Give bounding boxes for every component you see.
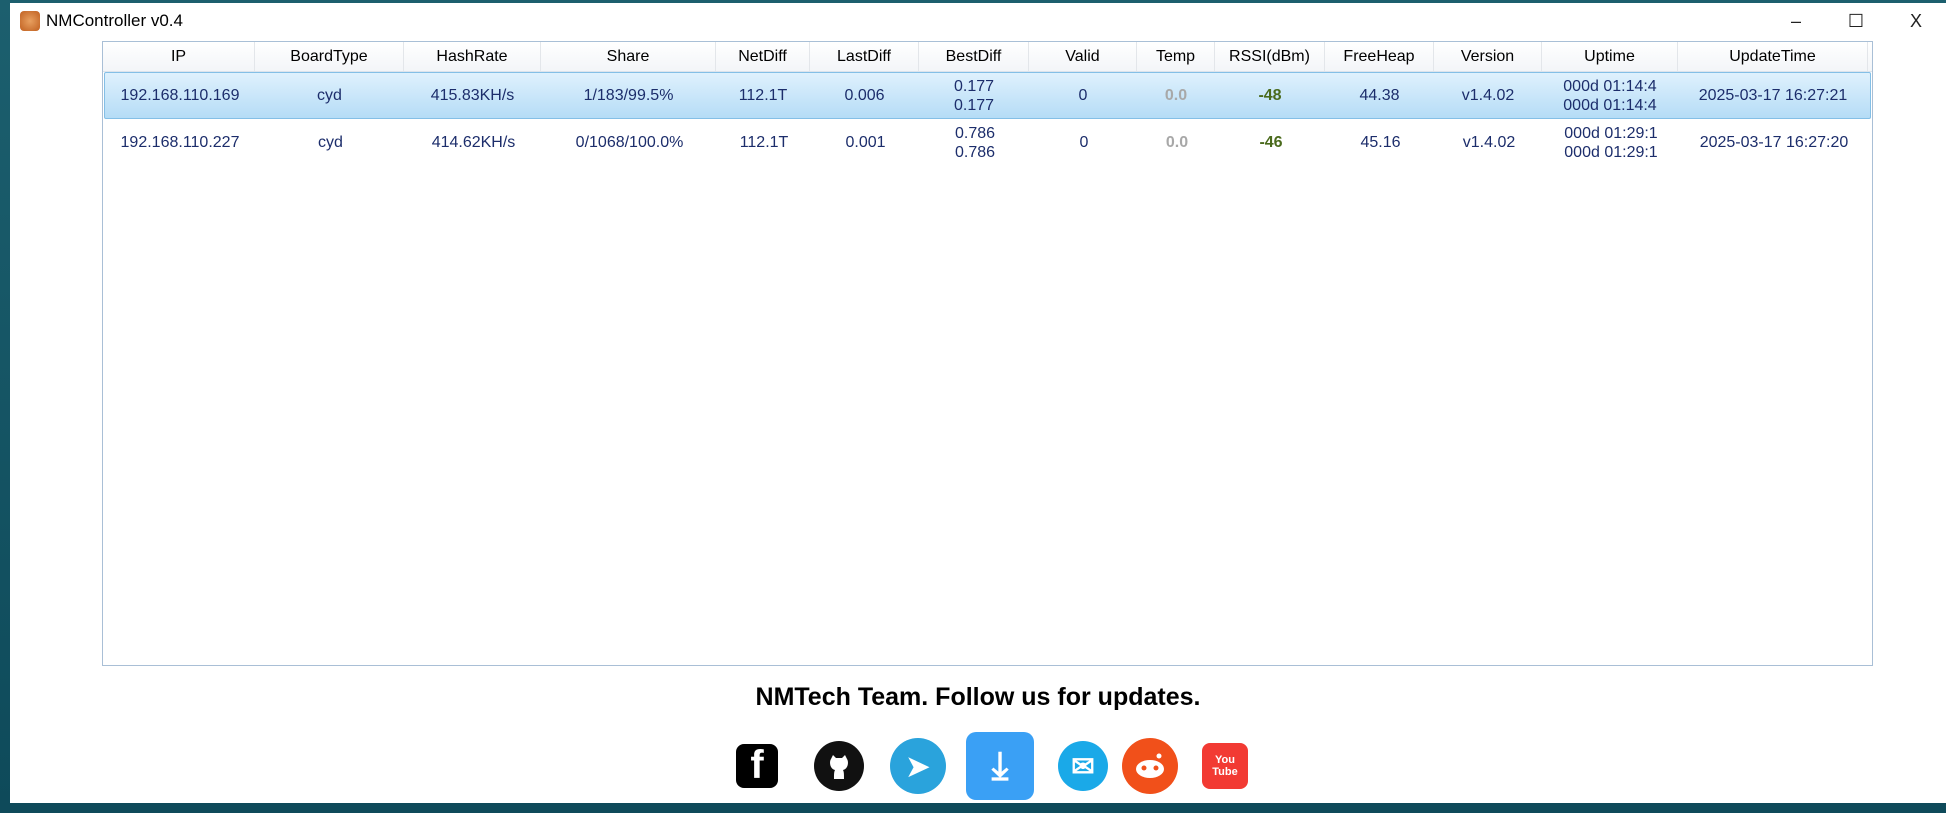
column-header[interactable]: NetDiff <box>716 42 810 71</box>
column-header[interactable]: FreeHeap <box>1325 42 1434 71</box>
cell-valid: 0 <box>1029 73 1137 118</box>
cell-board: cyd <box>255 73 404 118</box>
cell-bestdiff1: 0.786 0.786 <box>920 119 1030 166</box>
column-header[interactable]: Temp <box>1137 42 1215 71</box>
cell-value: 2025-03-17 16:27:21 <box>1698 87 1848 104</box>
cell-temp: 0.0 <box>1137 73 1215 118</box>
column-header[interactable]: Version <box>1434 42 1542 71</box>
cell-value: 1/183/99.5% <box>583 87 674 104</box>
facebook-icon[interactable]: f <box>736 743 778 788</box>
cell-value: 0.786 <box>954 143 996 161</box>
cell-value: 000d 01:14:4 <box>1563 96 1657 114</box>
cell-valid: 0 <box>1030 119 1138 166</box>
cell-rssi: -48 <box>1215 73 1325 118</box>
column-header[interactable]: RSSI(dBm) <box>1215 42 1325 71</box>
cell-value: -48 <box>1258 87 1282 104</box>
cell-value: cyd <box>317 87 342 104</box>
cell-value: 0/1068/100.0% <box>575 134 684 151</box>
email-icon[interactable]: ✉ <box>1058 741 1108 791</box>
cell-value: 112.1T <box>738 87 788 104</box>
table-row[interactable]: 192.168.110.227 cyd 414.62KH/s 0/1068/100.0… <box>104 119 1871 166</box>
cell-version: v1.4.02 <box>1434 73 1542 118</box>
cell-share: 0/1068/100.0% <box>542 119 717 166</box>
cell-value: 2025-03-17 16:27:20 <box>1699 134 1849 151</box>
app-window: NMController v0.4 – ☐ X IP BoardType HashR… <box>10 3 1946 803</box>
cell-version: v1.4.02 <box>1435 119 1543 166</box>
cell-value: 0.0 <box>1164 87 1188 104</box>
cell-value: 112.1T <box>739 134 789 151</box>
cell-freeheap: 45.16 <box>1326 119 1435 166</box>
cell-value: 0.001 <box>845 134 886 151</box>
cell-bestdiff1: 0.177 0.177 <box>919 73 1029 118</box>
youtube-icon[interactable]: You Tube <box>1202 743 1248 789</box>
cell-value: 0.786 <box>954 124 996 142</box>
cell-board: cyd <box>256 119 405 166</box>
download-icon[interactable]: ⤓ <box>966 732 1034 800</box>
cell-value: 000d 01:29:1 <box>1564 124 1658 142</box>
column-header[interactable]: UpdateTime <box>1678 42 1868 71</box>
cell-value: 0.177 <box>953 77 995 95</box>
cell-uptime1: 000d 01:14:4 000d 01:14:4 <box>1542 73 1678 118</box>
cell-value: 415.83KH/s <box>430 87 515 104</box>
cell-value: 0.006 <box>844 87 885 104</box>
cell-netdiff: 112.1T <box>716 73 810 118</box>
cell-value: 0.0 <box>1165 134 1189 151</box>
cell-value: 0 <box>1078 87 1088 104</box>
cell-value: 192.168.110.227 <box>120 134 240 151</box>
app-icon <box>20 11 40 31</box>
cell-value: 45.16 <box>1360 134 1401 151</box>
cell-freeheap: 44.38 <box>1325 73 1434 118</box>
cell-value: 192.168.110.169 <box>120 87 240 104</box>
reddit-icon[interactable] <box>1122 738 1178 794</box>
cell-share: 1/183/99.5% <box>541 73 716 118</box>
cell-updatetime: 2025-03-17 16:27:20 <box>1679 119 1869 166</box>
cell-ip: 192.168.110.227 <box>104 119 256 166</box>
column-header[interactable]: BoardType <box>255 42 404 71</box>
miner-table: IP BoardType HashRate Share NetDiff LastDiff B… <box>102 41 1873 666</box>
cell-value: v1.4.02 <box>1461 87 1515 104</box>
github-icon[interactable] <box>814 741 864 791</box>
cell-updatetime: 2025-03-17 16:27:21 <box>1678 73 1868 118</box>
column-header[interactable]: LastDiff <box>810 42 919 71</box>
cell-value: 000d 01:14:4 <box>1563 77 1657 95</box>
cell-uptime1: 000d 01:29:1 000d 01:29:1 <box>1543 119 1679 166</box>
window-title: NMController v0.4 <box>46 11 183 30</box>
column-header[interactable]: HashRate <box>404 42 541 71</box>
cell-hashrate: 414.62KH/s <box>405 119 542 166</box>
maximize-button[interactable]: ☐ <box>1826 3 1886 39</box>
cell-value: cyd <box>318 134 343 151</box>
cell-lastdiff: 0.006 <box>810 73 919 118</box>
cell-value: 44.38 <box>1359 87 1400 104</box>
cell-netdiff: 112.1T <box>717 119 811 166</box>
table-row[interactable]: 192.168.110.169 cyd 415.83KH/s 1/183/99.5% 1… <box>104 72 1871 119</box>
cell-value: 000d 01:29:1 <box>1564 143 1658 161</box>
cell-ip: 192.168.110.169 <box>105 73 255 118</box>
column-header[interactable]: IP <box>103 42 255 71</box>
cell-value: v1.4.02 <box>1462 134 1516 151</box>
cell-hashrate: 415.83KH/s <box>404 73 541 118</box>
minimize-button[interactable]: – <box>1766 3 1826 39</box>
close-button[interactable]: X <box>1886 3 1946 39</box>
column-header[interactable]: Share <box>541 42 716 71</box>
cell-value: 414.62KH/s <box>431 134 516 151</box>
table-header: IP BoardType HashRate Share NetDiff LastDiff B… <box>103 42 1872 72</box>
column-header[interactable]: Uptime <box>1542 42 1678 71</box>
column-header[interactable]: BestDiff <box>919 42 1029 71</box>
title-bar: NMController v0.4 – ☐ X <box>10 3 1946 39</box>
cell-rssi: -46 <box>1216 119 1326 166</box>
telegram-icon[interactable]: ➤ <box>890 738 946 794</box>
social-icons: f ➤ ⤓ ✉ You Tube <box>10 732 1946 800</box>
footer-text: NMTech Team. Follow us for updates. <box>755 683 1201 711</box>
cell-temp: 0.0 <box>1138 119 1216 166</box>
cell-value: -46 <box>1259 134 1283 151</box>
cell-lastdiff: 0.001 <box>811 119 920 166</box>
cell-value: 0 <box>1079 134 1089 151</box>
cell-value: 0.177 <box>953 96 995 114</box>
column-header[interactable]: Valid <box>1029 42 1137 71</box>
